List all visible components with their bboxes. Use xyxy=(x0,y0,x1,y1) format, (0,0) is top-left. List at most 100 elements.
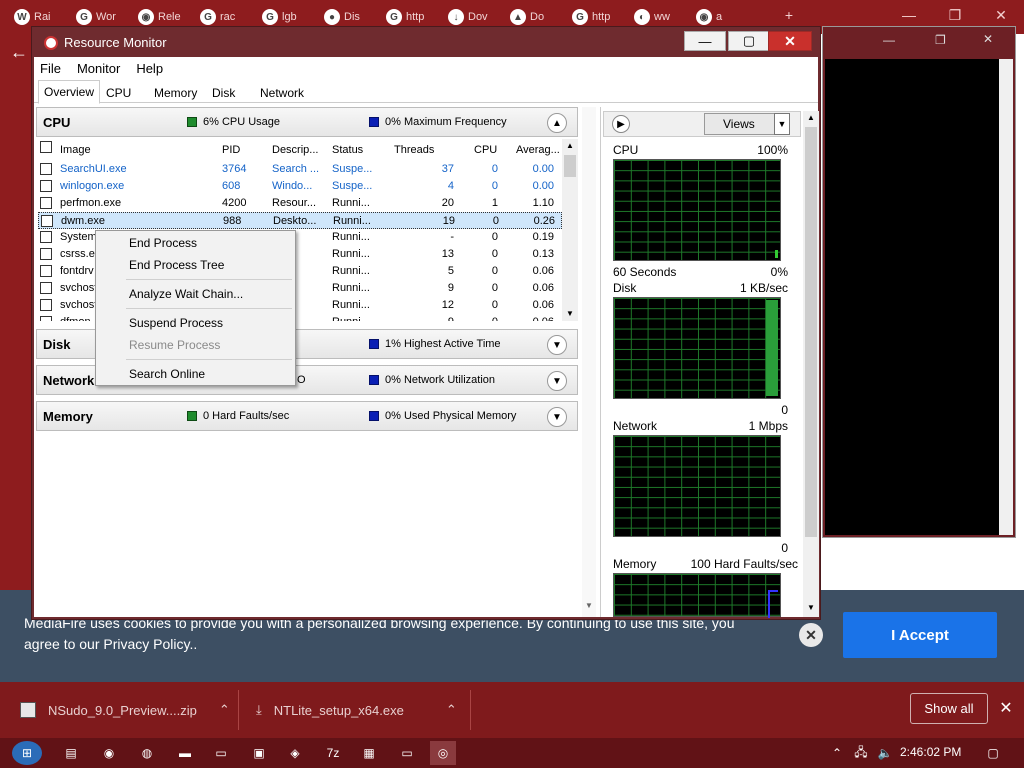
download-item[interactable]: ⤓ NTLite_setup_x64.exe ⌃ xyxy=(256,702,457,718)
close-button[interactable]: ✕ xyxy=(768,31,812,51)
row-checkbox[interactable] xyxy=(40,197,52,209)
expand-arrow-icon[interactable]: ▶ xyxy=(612,115,630,133)
browser-tab[interactable]: ● Dis xyxy=(320,6,380,28)
task-view-icon[interactable]: ▤ xyxy=(58,741,84,765)
row-checkbox[interactable] xyxy=(40,180,52,192)
col-image[interactable]: Image xyxy=(60,144,91,156)
chevron-down-icon[interactable]: ▼ xyxy=(547,335,567,355)
table-scrollbar[interactable]: ▲ ▼ xyxy=(562,139,578,321)
minimize-button[interactable]: — xyxy=(684,31,726,51)
chevron-down-icon[interactable]: ▼ xyxy=(547,407,567,427)
browser-tab[interactable]: Glgb xyxy=(258,6,318,28)
maximize-icon[interactable]: ❐ xyxy=(935,33,946,47)
browser-tab[interactable]: ◉ a xyxy=(692,6,752,28)
firefox-icon[interactable]: ◍ xyxy=(134,741,160,765)
scroll-thumb[interactable] xyxy=(564,155,576,177)
table-row[interactable]: winlogon.exe 608 Windo... Suspe... 4 0 0.00 xyxy=(38,178,562,195)
menu-suspend-process[interactable]: Suspend Process xyxy=(129,316,223,330)
tab-overview[interactable]: Overview xyxy=(38,80,101,104)
row-checkbox[interactable] xyxy=(40,316,52,321)
browser-tab[interactable]: G Wor xyxy=(72,6,132,28)
row-checkbox[interactable] xyxy=(41,215,53,227)
cookie-close-button[interactable]: ✕ xyxy=(799,623,823,647)
views-dropdown-icon[interactable]: ▼ xyxy=(774,113,790,135)
download-item[interactable]: NSudo_9.0_Preview....zip ⌃ xyxy=(20,702,230,718)
tab-favicon-icon: G xyxy=(572,9,588,25)
7zip-icon[interactable]: 7z xyxy=(320,741,346,765)
memory-section-header[interactable]: Memory 0 Hard Faults/sec 0% Used Physica… xyxy=(36,401,578,431)
back-arrow-icon[interactable]: ← xyxy=(10,42,28,63)
maximize-button[interactable]: ▢ xyxy=(728,31,770,51)
chevron-up-icon[interactable]: ⌃ xyxy=(446,702,457,718)
volume-icon[interactable]: 🔈 xyxy=(872,741,898,765)
accept-cookies-button[interactable]: I Accept xyxy=(843,612,997,658)
tab-network[interactable]: Network xyxy=(254,82,310,103)
menu-end-process-tree[interactable]: End Process Tree xyxy=(129,258,224,272)
table-row[interactable]: perfmon.exe 4200 Resour... Runni... 20 1 1.10 xyxy=(38,195,562,212)
memory-graph-label: Memory xyxy=(613,557,657,571)
col-pid[interactable]: PID xyxy=(222,144,240,156)
chevron-up-icon[interactable]: ⌃ xyxy=(824,741,850,765)
clock[interactable]: 2:46:02 PM xyxy=(900,745,961,759)
network-icon[interactable]: 🖧 xyxy=(848,741,874,765)
show-all-button[interactable]: Show all xyxy=(910,693,988,724)
scroll-thumb[interactable] xyxy=(805,127,817,537)
chevron-up-icon[interactable]: ⌃ xyxy=(219,702,230,718)
browser-tab[interactable]: W Rai xyxy=(10,6,70,28)
browser-tab[interactable]: Ghttp xyxy=(568,6,628,28)
row-checkbox[interactable] xyxy=(40,265,52,277)
cmd-icon[interactable]: ▭ xyxy=(394,741,420,765)
menu-file[interactable]: File xyxy=(40,61,61,76)
scroll-up-icon[interactable]: ▲ xyxy=(807,113,815,122)
browser-tab[interactable]: ◐ ww xyxy=(630,6,690,28)
browser-tab[interactable]: ↓ Dov xyxy=(444,6,504,28)
menu-monitor[interactable]: Monitor xyxy=(77,61,120,76)
cpu-section-header[interactable]: CPU 6% CPU Usage 0% Maximum Frequency ▲ xyxy=(36,107,578,137)
col-description[interactable]: Descrip... xyxy=(272,144,318,156)
app-icon[interactable]: ▣ xyxy=(246,741,272,765)
close-icon[interactable]: ✕ xyxy=(983,32,993,46)
cmd-icon[interactable]: ▭ xyxy=(208,741,234,765)
browser-tab[interactable]: ▲ Do xyxy=(506,6,566,28)
col-threads[interactable]: Threads xyxy=(394,144,434,156)
scroll-down-icon[interactable]: ▼ xyxy=(585,601,593,610)
folder-icon[interactable]: ▬ xyxy=(172,741,198,765)
col-average[interactable]: Averag... xyxy=(516,144,560,156)
scroll-up-icon[interactable]: ▲ xyxy=(566,141,574,150)
tab-disk[interactable]: Disk xyxy=(206,82,241,103)
notifications-icon[interactable]: ▢ xyxy=(980,741,1006,765)
graph-panel-scrollbar[interactable]: ▲ ▼ xyxy=(803,111,819,617)
start-icon[interactable]: ⊞ xyxy=(12,741,42,765)
resource-monitor-taskbar-icon[interactable]: ◎ xyxy=(430,741,456,765)
browser-tab[interactable]: Ghttp xyxy=(382,6,442,28)
minimize-icon[interactable]: — xyxy=(883,33,895,47)
scroll-down-icon[interactable]: ▼ xyxy=(566,309,574,318)
scroll-down-icon[interactable]: ▼ xyxy=(807,603,815,612)
menu-analyze-wait-chain[interactable]: Analyze Wait Chain... xyxy=(129,287,243,301)
row-checkbox[interactable] xyxy=(40,231,52,243)
menu-search-online[interactable]: Search Online xyxy=(129,367,205,381)
browser-tab[interactable]: ◉ Rele xyxy=(134,6,194,28)
chrome-icon[interactable]: ◉ xyxy=(96,741,122,765)
row-checkbox[interactable] xyxy=(40,163,52,175)
row-checkbox[interactable] xyxy=(40,299,52,311)
col-status[interactable]: Status xyxy=(332,144,363,156)
col-cpu[interactable]: CPU xyxy=(474,144,497,156)
chevron-up-icon[interactable]: ▲ xyxy=(547,113,567,133)
browser-tab[interactable]: Grac xyxy=(196,6,256,28)
table-row[interactable]: SearchUI.exe 3764 Search ... Suspe... 37 0 0.0… xyxy=(38,161,562,178)
network-app-icon[interactable]: ▦ xyxy=(356,741,382,765)
game-icon[interactable]: ◈ xyxy=(282,741,308,765)
scrollbar[interactable] xyxy=(999,59,1013,535)
row-checkbox[interactable] xyxy=(40,248,52,260)
table-row[interactable]: dwm.exe 988 Deskto... Runni... 19 0 0.26 xyxy=(38,212,562,229)
menu-end-process[interactable]: End Process xyxy=(129,236,197,250)
tab-cpu[interactable]: CPU xyxy=(100,82,137,103)
row-checkbox[interactable] xyxy=(40,282,52,294)
menu-help[interactable]: Help xyxy=(136,61,163,76)
select-all-checkbox[interactable] xyxy=(40,141,52,153)
panel-splitter-scrollbar[interactable]: ▼ xyxy=(582,107,596,617)
chevron-down-icon[interactable]: ▼ xyxy=(547,371,567,391)
close-icon[interactable]: ✕ xyxy=(996,698,1016,718)
tab-memory[interactable]: Memory xyxy=(148,82,203,103)
